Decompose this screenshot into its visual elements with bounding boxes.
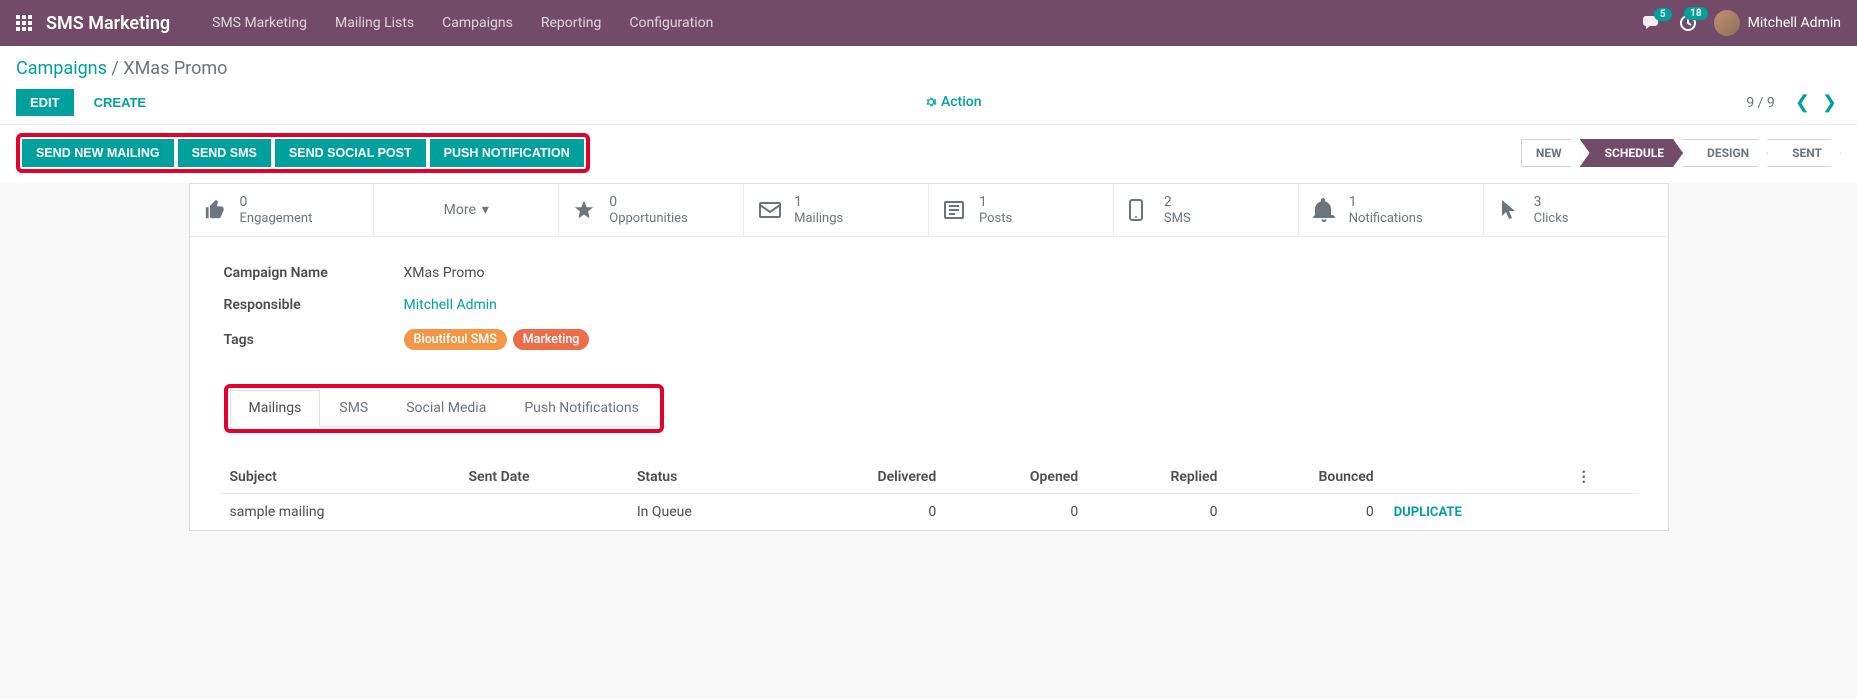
duplicate-button[interactable]: DUPLICATE bbox=[1394, 505, 1462, 520]
responsible-label: Responsible bbox=[224, 297, 404, 313]
statusbar-row: SEND NEW MAILING SEND SMS SEND SOCIAL PO… bbox=[0, 124, 1857, 183]
thumbs-up-icon bbox=[204, 199, 230, 221]
apps-icon[interactable] bbox=[16, 15, 32, 31]
stat-mailings[interactable]: 1Mailings bbox=[744, 184, 929, 236]
app-title: SMS Marketing bbox=[46, 13, 170, 34]
create-button[interactable]: CREATE bbox=[80, 89, 160, 116]
more-label: More bbox=[444, 202, 476, 218]
nav-mailing-lists[interactable]: Mailing Lists bbox=[321, 15, 428, 31]
cell-opened: 0 bbox=[946, 494, 1088, 531]
highlighted-tabs: MailingsSMSSocial MediaPush Notification… bbox=[224, 384, 664, 433]
nav-sms-marketing[interactable]: SMS Marketing bbox=[198, 15, 321, 31]
breadcrumb: Campaigns / XMas Promo bbox=[16, 58, 1841, 79]
status-step-design[interactable]: DESIGN bbox=[1682, 139, 1768, 167]
send-new-mailing-button[interactable]: SEND NEW MAILING bbox=[22, 139, 174, 167]
pager-count: 9 / 9 bbox=[1746, 95, 1774, 111]
gear-icon bbox=[925, 96, 937, 108]
statusbar: NEWSCHEDULEDESIGNSENT bbox=[1522, 139, 1841, 167]
breadcrumb-current: XMas Promo bbox=[123, 58, 227, 79]
control-panel: Campaigns / XMas Promo EDIT CREATE Actio… bbox=[0, 46, 1857, 124]
caret-down-icon: ▾ bbox=[482, 202, 489, 218]
cell-delivered: 0 bbox=[783, 494, 947, 531]
envelope-icon bbox=[758, 200, 784, 220]
th-subject[interactable]: Subject bbox=[220, 461, 459, 494]
stat-engagement[interactable]: 0Engagement bbox=[190, 184, 375, 236]
tab-social-media[interactable]: Social Media bbox=[387, 390, 505, 426]
user-name: Mitchell Admin bbox=[1748, 15, 1841, 31]
status-step-sent[interactable]: SENT bbox=[1767, 139, 1841, 167]
form-sheet: 0EngagementMore ▾0Opportunities1Mailings… bbox=[189, 183, 1669, 531]
cell-replied: 0 bbox=[1088, 494, 1227, 531]
tags-container: Bioutifoul SMS Marketing bbox=[404, 329, 590, 350]
th-opened[interactable]: Opened bbox=[946, 461, 1088, 494]
top-navbar: SMS Marketing SMS Marketing Mailing List… bbox=[0, 0, 1857, 46]
tag[interactable]: Marketing bbox=[513, 329, 590, 350]
mailings-table: Subject Sent Date Status Delivered Opene… bbox=[220, 461, 1638, 530]
avatar bbox=[1714, 10, 1740, 36]
highlighted-action-buttons: SEND NEW MAILING SEND SMS SEND SOCIAL PO… bbox=[16, 133, 590, 173]
pager-next[interactable]: ❯ bbox=[1818, 92, 1841, 113]
table-row[interactable]: sample mailing In Queue 0 0 0 0 DUPLICAT… bbox=[220, 494, 1638, 531]
stat-clicks[interactable]: 3Clicks bbox=[1484, 184, 1668, 236]
campaign-name-value: XMas Promo bbox=[404, 265, 485, 281]
th-options[interactable]: ⋮ bbox=[1567, 461, 1638, 494]
tab-push-notifications[interactable]: Push Notifications bbox=[505, 390, 658, 426]
th-bounced[interactable]: Bounced bbox=[1227, 461, 1383, 494]
breadcrumb-parent[interactable]: Campaigns bbox=[16, 58, 107, 79]
activities-badge: 18 bbox=[1684, 7, 1707, 20]
th-replied[interactable]: Replied bbox=[1088, 461, 1227, 494]
status-step-schedule[interactable]: SCHEDULE bbox=[1580, 139, 1683, 167]
th-action bbox=[1384, 461, 1567, 494]
user-menu[interactable]: Mitchell Admin bbox=[1714, 10, 1841, 36]
stat-buttons: 0EngagementMore ▾0Opportunities1Mailings… bbox=[190, 184, 1668, 237]
campaign-name-label: Campaign Name bbox=[224, 265, 404, 281]
messages-badge: 5 bbox=[1654, 8, 1672, 21]
tab-sms[interactable]: SMS bbox=[320, 390, 387, 426]
newspaper-icon bbox=[943, 199, 969, 221]
activities-indicator[interactable]: 18 bbox=[1678, 13, 1698, 33]
mobile-icon bbox=[1128, 198, 1154, 222]
send-sms-button[interactable]: SEND SMS bbox=[178, 139, 271, 167]
star-icon bbox=[573, 199, 599, 221]
stat-posts[interactable]: 1Posts bbox=[929, 184, 1114, 236]
tags-label: Tags bbox=[224, 332, 404, 348]
tab-mailings[interactable]: Mailings bbox=[230, 390, 321, 427]
th-status[interactable]: Status bbox=[627, 461, 783, 494]
responsible-value[interactable]: Mitchell Admin bbox=[404, 297, 497, 313]
action-dropdown[interactable]: Action bbox=[925, 94, 982, 110]
cell-sent-date bbox=[459, 494, 627, 531]
cell-status: In Queue bbox=[627, 494, 783, 531]
cell-subject: sample mailing bbox=[220, 494, 459, 531]
messages-indicator[interactable]: 5 bbox=[1642, 14, 1662, 32]
stat-opportunities[interactable]: 0Opportunities bbox=[559, 184, 744, 236]
pager-prev[interactable]: ❮ bbox=[1791, 92, 1814, 113]
stat-more[interactable]: More ▾ bbox=[374, 184, 559, 236]
send-social-post-button[interactable]: SEND SOCIAL POST bbox=[275, 139, 426, 167]
th-sent-date[interactable]: Sent Date bbox=[459, 461, 627, 494]
cell-bounced: 0 bbox=[1227, 494, 1383, 531]
edit-button[interactable]: EDIT bbox=[16, 89, 74, 116]
nav-reporting[interactable]: Reporting bbox=[527, 15, 616, 31]
stat-notifications[interactable]: 1Notifications bbox=[1299, 184, 1484, 236]
th-delivered[interactable]: Delivered bbox=[783, 461, 947, 494]
bell-icon bbox=[1313, 198, 1339, 222]
status-step-new[interactable]: NEW bbox=[1521, 139, 1581, 167]
pointer-icon bbox=[1498, 198, 1524, 222]
nav-campaigns[interactable]: Campaigns bbox=[428, 15, 527, 31]
nav-configuration[interactable]: Configuration bbox=[615, 15, 727, 31]
push-notification-button[interactable]: PUSH NOTIFICATION bbox=[430, 139, 584, 167]
tag[interactable]: Bioutifoul SMS bbox=[404, 329, 507, 350]
stat-sms[interactable]: 2SMS bbox=[1114, 184, 1299, 236]
